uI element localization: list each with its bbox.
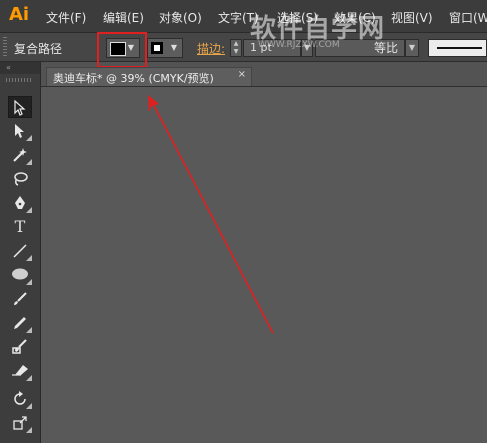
annotation-arrow (148, 95, 274, 334)
